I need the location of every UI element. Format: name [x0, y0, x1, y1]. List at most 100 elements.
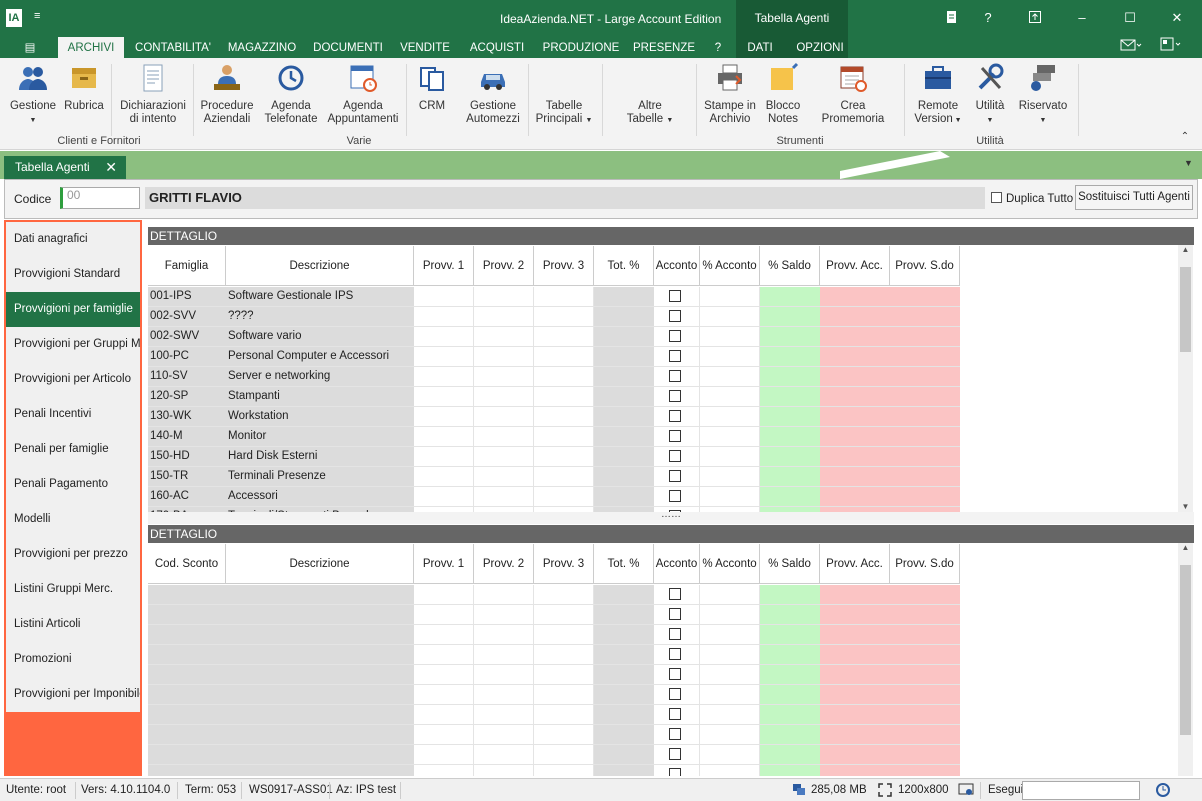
cell-acconto[interactable] — [654, 447, 700, 467]
cell-provv-acc[interactable] — [820, 467, 890, 487]
cell-provv2[interactable] — [474, 585, 534, 605]
cell-descrizione[interactable] — [226, 745, 414, 765]
mail-icon[interactable] — [1116, 37, 1146, 58]
acconto-checkbox[interactable] — [669, 350, 681, 362]
crm-button[interactable]: CRM — [410, 62, 454, 113]
minimize-button[interactable]: – — [1072, 10, 1092, 25]
cell-acconto[interactable] — [654, 467, 700, 487]
cell-provv-acc[interactable] — [820, 685, 890, 705]
cell-provv-sdo[interactable] — [890, 427, 960, 447]
acconto-checkbox[interactable] — [669, 588, 681, 600]
column-header-famiglia[interactable]: Famiglia — [148, 246, 226, 286]
cell-acconto[interactable] — [654, 765, 700, 776]
cell-provv-acc[interactable] — [820, 625, 890, 645]
cell-provv2[interactable] — [474, 725, 534, 745]
collapse-ribbon-icon[interactable]: ⌃ — [1178, 130, 1192, 143]
utilita-button[interactable]: Utilità ▼ — [968, 62, 1012, 127]
tab-presenze[interactable]: PRESENZE — [630, 37, 698, 58]
cell-provv3[interactable] — [534, 427, 594, 447]
cell-perc-saldo[interactable] — [760, 725, 820, 745]
cell-provv2[interactable] — [474, 665, 534, 685]
nav-item-listini-gruppi[interactable]: Listini Gruppi Merc. — [6, 572, 140, 607]
acconto-checkbox[interactable] — [669, 450, 681, 462]
cell-provv-acc[interactable] — [820, 745, 890, 765]
column-header-perc-saldo[interactable]: % Saldo — [760, 246, 820, 286]
table-row[interactable]: 150-HD Hard Disk Esterni — [148, 447, 960, 467]
cell-provv-acc[interactable] — [820, 447, 890, 467]
cell-provv3[interactable] — [534, 665, 594, 685]
agenda-appuntamenti-button[interactable]: Agenda Appuntamenti — [325, 62, 401, 126]
cell-perc-acconto[interactable] — [700, 605, 760, 625]
cell-perc-saldo[interactable] — [760, 467, 820, 487]
cell-provv3[interactable] — [534, 625, 594, 645]
cell-descrizione[interactable] — [226, 685, 414, 705]
column-header-descrizione[interactable]: Descrizione — [226, 544, 414, 584]
cell-tot-perc[interactable] — [594, 407, 654, 427]
scroll-thumb[interactable] — [1180, 565, 1191, 735]
tab-opzioni[interactable]: OPZIONI — [790, 37, 850, 58]
cell-perc-saldo[interactable] — [760, 387, 820, 407]
cell-perc-saldo[interactable] — [760, 625, 820, 645]
close-icon[interactable]: ✕ — [105, 156, 117, 179]
cell-provv1[interactable] — [414, 307, 474, 327]
cell-famiglia[interactable] — [148, 665, 226, 685]
cell-provv1[interactable] — [414, 287, 474, 307]
cell-acconto[interactable] — [654, 287, 700, 307]
cell-acconto[interactable] — [654, 605, 700, 625]
cell-provv3[interactable] — [534, 327, 594, 347]
cell-perc-saldo[interactable] — [760, 427, 820, 447]
cell-provv-acc[interactable] — [820, 765, 890, 776]
cell-descrizione[interactable]: Hard Disk Esterni — [226, 447, 414, 467]
cell-provv2[interactable] — [474, 307, 534, 327]
acconto-checkbox[interactable] — [669, 310, 681, 322]
acconto-checkbox[interactable] — [669, 330, 681, 342]
nav-item-penali-incentivi[interactable]: Penali Incentivi — [6, 397, 140, 432]
cell-perc-acconto[interactable] — [700, 347, 760, 367]
cell-perc-acconto[interactable] — [700, 307, 760, 327]
tabelle-principali-button[interactable]: Tabelle Principali ▼ — [530, 100, 598, 127]
cell-provv-sdo[interactable] — [890, 765, 960, 776]
column-header-provv-sdo[interactable]: Provv. S.do — [890, 544, 960, 584]
cell-descrizione[interactable]: Software Gestionale IPS — [226, 287, 414, 307]
cell-perc-saldo[interactable] — [760, 705, 820, 725]
cell-provv1[interactable] — [414, 427, 474, 447]
cell-perc-saldo[interactable] — [760, 487, 820, 507]
cell-perc-acconto[interactable] — [700, 447, 760, 467]
table-row[interactable]: 140-M Monitor — [148, 427, 960, 447]
cell-acconto[interactable] — [654, 347, 700, 367]
tab-dati[interactable]: DATI — [740, 37, 780, 58]
cell-acconto[interactable] — [654, 387, 700, 407]
cell-acconto[interactable] — [654, 367, 700, 387]
acconto-checkbox[interactable] — [669, 668, 681, 680]
column-header-tot-perc[interactable]: Tot. % — [594, 246, 654, 286]
table-row[interactable] — [148, 725, 960, 745]
cell-perc-acconto[interactable] — [700, 367, 760, 387]
cell-acconto[interactable] — [654, 327, 700, 347]
cell-acconto[interactable] — [654, 407, 700, 427]
cell-provv1[interactable] — [414, 367, 474, 387]
duplica-tutto-checkbox[interactable]: Duplica Tutto — [991, 192, 1073, 205]
cell-perc-saldo[interactable] — [760, 645, 820, 665]
table-row[interactable] — [148, 685, 960, 705]
acconto-checkbox[interactable] — [669, 728, 681, 740]
column-header-famiglia[interactable]: Cod. Sconto — [148, 544, 226, 584]
column-header-perc-saldo[interactable]: % Saldo — [760, 544, 820, 584]
dichiarazioni-button[interactable]: Dichiarazioni di intento — [117, 62, 189, 126]
cell-provv3[interactable] — [534, 367, 594, 387]
cell-descrizione[interactable]: Software vario — [226, 327, 414, 347]
cell-provv1[interactable] — [414, 467, 474, 487]
cell-acconto[interactable] — [654, 625, 700, 645]
acconto-checkbox[interactable] — [669, 608, 681, 620]
cell-tot-perc[interactable] — [594, 745, 654, 765]
document-icon[interactable] — [942, 10, 962, 27]
gestione-automezzi-button[interactable]: Gestione Automezzi — [462, 62, 524, 126]
cell-acconto[interactable] — [654, 307, 700, 327]
cell-acconto[interactable] — [654, 645, 700, 665]
cell-provv1[interactable] — [414, 685, 474, 705]
cell-provv2[interactable] — [474, 387, 534, 407]
acconto-checkbox[interactable] — [669, 628, 681, 640]
cell-provv3[interactable] — [534, 407, 594, 427]
table-row[interactable]: 130-WK Workstation — [148, 407, 960, 427]
cell-famiglia[interactable]: 002-SVV — [148, 307, 226, 327]
cell-famiglia[interactable] — [148, 605, 226, 625]
